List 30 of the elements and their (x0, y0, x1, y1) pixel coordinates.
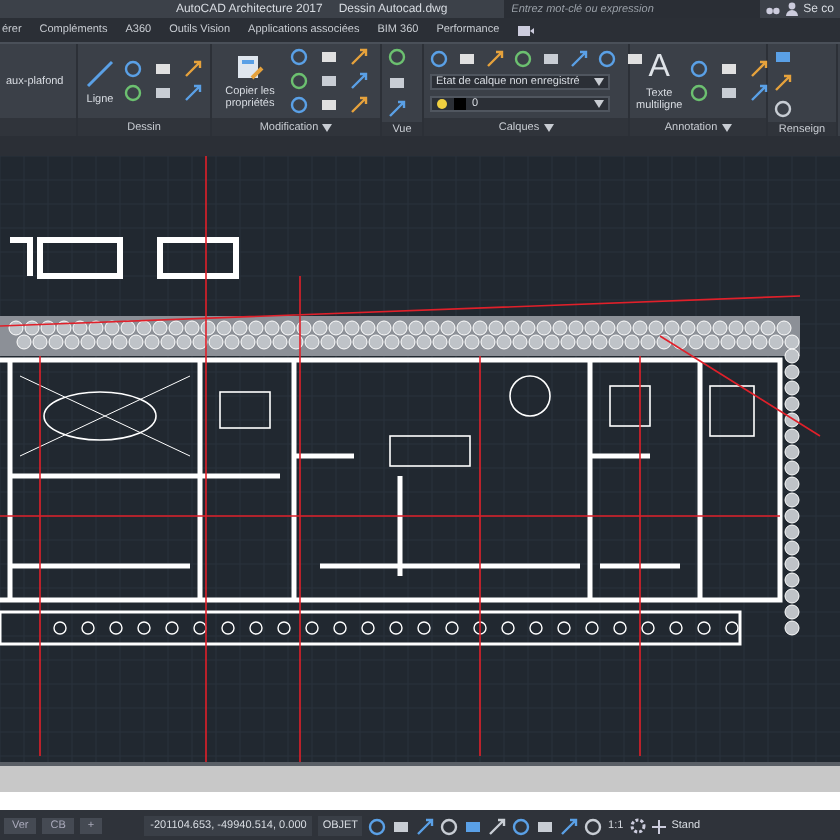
layer-tool-icon[interactable] (486, 50, 504, 68)
modify-tool-icon[interactable] (350, 48, 368, 66)
draw-tool-icon[interactable] (184, 60, 202, 78)
caret-icon[interactable] (322, 123, 333, 131)
document-brush-icon (236, 53, 264, 81)
modify-tool-icon[interactable] (350, 72, 368, 90)
status-toggle-icon[interactable] (488, 817, 507, 835)
inquiry-tool-icon[interactable] (774, 74, 792, 92)
status-toggle-icon[interactable] (584, 817, 603, 835)
caret-icon[interactable] (594, 78, 604, 86)
annotation-tool-icon[interactable] (750, 60, 769, 78)
line-icon (84, 57, 116, 89)
caret-icon[interactable] (721, 123, 732, 131)
caret-icon[interactable] (594, 100, 604, 108)
status-toggle-icon[interactable] (560, 817, 579, 835)
annotation-tool-icon[interactable] (750, 84, 769, 102)
text-glyph: A (648, 51, 670, 83)
plus-icon[interactable] (651, 819, 666, 833)
draw-tool-icon[interactable] (184, 84, 202, 102)
color-swatch-icon (454, 98, 466, 110)
caret-icon[interactable] (543, 123, 554, 131)
modify-tool-icon[interactable] (350, 96, 368, 114)
binoculars-icon[interactable] (765, 3, 780, 15)
settings-icon[interactable] (629, 818, 646, 834)
inquiry-tool-icon[interactable] (774, 100, 792, 118)
status-toggle-icon[interactable] (416, 817, 435, 835)
view-tool-icon[interactable] (388, 100, 406, 118)
inquiry-tool-icon[interactable] (774, 48, 792, 66)
camera-icon[interactable] (517, 25, 534, 35)
user-icon[interactable] (785, 2, 798, 16)
